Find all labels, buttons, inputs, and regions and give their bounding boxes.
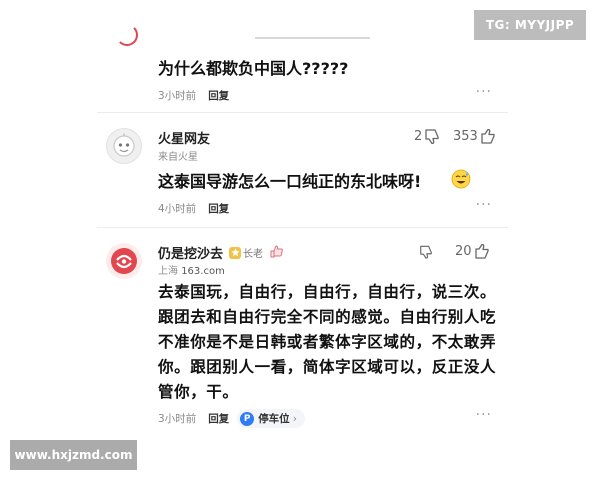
hand-badge-icon [269, 244, 283, 261]
robot-avatar-icon [113, 133, 135, 157]
like-count: 353 [453, 129, 478, 144]
like-count: 20 [455, 244, 472, 259]
dislike-button[interactable]: 2 [414, 129, 440, 144]
comment-content: 这泰国导游怎么一口纯正的东北味呀! [158, 168, 498, 192]
watermark-telegram: TG: MYYJJPP [474, 10, 586, 40]
comment-meta: 3小时前 回复 [158, 88, 229, 103]
comment-time: 4小时前 [158, 203, 197, 215]
dislike-count: 2 [414, 129, 423, 144]
username-row: 仍是挖沙去 长老 [158, 243, 283, 262]
parking-tag-chip[interactable]: P 停车位 › [237, 409, 305, 428]
comment-content: 为什么都欺负中国人????? [158, 59, 349, 78]
divider [97, 112, 508, 113]
thumbs-down-icon [425, 129, 439, 144]
comment-source: 上海 163.com [158, 262, 225, 277]
comment-time: 3小时前 [158, 90, 197, 102]
tag-label: 停车位 [258, 413, 290, 425]
clipped-header [255, 30, 385, 40]
clipped-avatar [116, 24, 138, 46]
like-button[interactable]: 353 [453, 129, 496, 144]
comment-panel: 为什么都欺负中国人????? 3小时前 回复 ··· 火星网友 来自火星 2 3… [97, 0, 508, 442]
username[interactable]: 火星网友 [158, 128, 210, 147]
badge-icon [229, 246, 242, 259]
more-options-icon[interactable]: ··· [476, 407, 492, 423]
reply-button[interactable]: 回复 [208, 411, 229, 426]
chevron-right-icon: › [292, 412, 297, 425]
comment-time: 3小时前 [158, 413, 197, 425]
username[interactable]: 仍是挖沙去 [158, 243, 223, 262]
comment-meta: 4小时前 回复 [158, 201, 229, 216]
elder-badge: 长老 [229, 245, 263, 260]
thumbs-down-icon[interactable] [419, 244, 433, 259]
source-site: 163.com [181, 266, 225, 277]
avatar[interactable] [106, 243, 142, 279]
comment-content: 去泰国玩，自由行，自由行，自由行，说三次。跟团去和自由行完全不同的感觉。自由行别… [158, 283, 497, 401]
reply-button[interactable]: 回复 [208, 201, 229, 216]
avatar[interactable] [106, 128, 142, 164]
reply-button[interactable]: 回复 [208, 88, 229, 103]
more-options-icon[interactable]: ··· [476, 84, 492, 100]
more-options-icon[interactable]: ··· [476, 197, 492, 213]
thumbs-up-icon [474, 244, 489, 259]
watermark-site: www.hxjzmd.com [10, 440, 137, 470]
thumbs-up-icon [481, 129, 495, 144]
netease-avatar-icon [111, 248, 137, 274]
divider [97, 227, 508, 228]
comment-meta: 3小时前 回复 P 停车位 › [158, 409, 305, 428]
parking-icon: P [240, 411, 255, 426]
badge-label: 长老 [243, 249, 264, 260]
like-button[interactable]: 20 [455, 244, 490, 259]
comment-source: 来自火星 [158, 152, 198, 163]
sweat-smile-emoji-icon [451, 169, 471, 189]
source-location: 上海 [158, 266, 178, 277]
comment-text: 这泰国导游怎么一口纯正的东北味呀! [158, 172, 422, 191]
